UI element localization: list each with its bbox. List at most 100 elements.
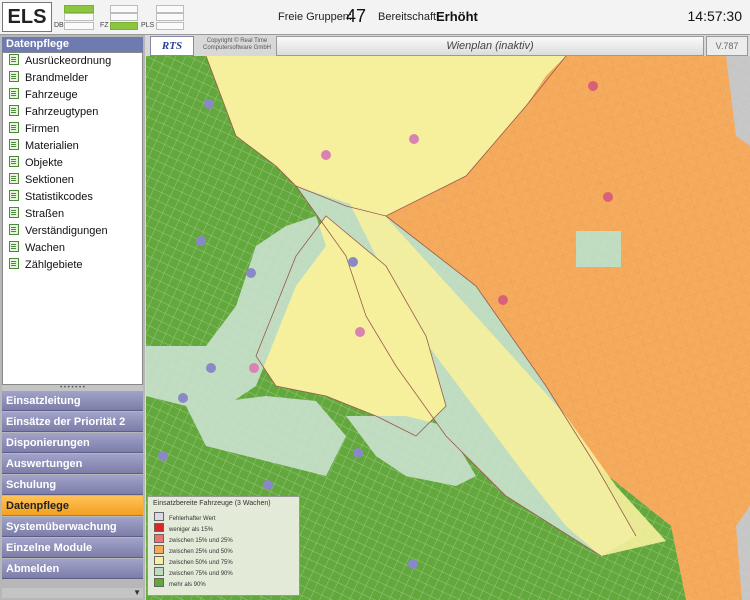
station-marker[interactable] [196,236,206,246]
station-marker[interactable] [603,192,613,202]
document-icon [9,258,19,269]
menu-einsaetze-prioritaet-2[interactable]: Einsätze der Priorität 2 [2,412,143,432]
legend-swatch [154,556,164,565]
station-marker[interactable] [246,268,256,278]
list-item-statistikcodes[interactable]: Statistikcodes [9,189,93,206]
document-icon [9,71,19,82]
legend-item: zwischen 50% und 75% [154,556,233,566]
indicator-db-label: DB [54,22,64,29]
datenpflege-list: Ausrückeordnung Brandmelder Fahrzeuge Fa… [2,52,143,385]
document-icon [9,54,19,65]
legend-label: mehr als 90% [169,582,206,588]
list-item-verstaendigungen[interactable]: Verständigungen [9,223,108,240]
legend-label: zwischen 75% und 90% [169,571,233,577]
station-marker[interactable] [409,134,419,144]
list-item-fahrzeuge[interactable]: Fahrzeuge [9,87,78,104]
list-item-label: Verständigungen [25,225,108,237]
list-item-brandmelder[interactable]: Brandmelder [9,70,88,87]
legend-swatch [154,523,164,532]
menu-einsatzleitung[interactable]: Einsatzleitung [2,391,143,411]
list-item-materialien[interactable]: Materialien [9,138,79,155]
list-item-strassen[interactable]: Straßen [9,206,64,223]
indicator-fz-bar [110,5,138,13]
legend-item: mehr als 90% [154,578,206,588]
legend-swatch [154,545,164,554]
station-marker[interactable] [498,295,508,305]
list-item-zaehlgebiete[interactable]: Zählgebiete [9,257,83,274]
version-label: V.787 [706,36,748,56]
legend-swatch [154,512,164,521]
copyright-notice: Copyright © Real Time Computersoftware G… [199,38,275,52]
menu-systemueberwachung[interactable]: Systemüberwachung [2,517,143,537]
legend-label: Fehlerhafter Wert [169,516,216,522]
list-item-label: Sektionen [25,174,74,186]
indicator-pls-bar [156,5,184,13]
bereitschaft-label: Bereitschaft: [378,11,440,23]
station-marker[interactable] [204,99,214,109]
station-marker[interactable] [353,448,363,458]
document-icon [9,122,19,133]
legend-label: zwischen 15% und 25% [169,538,233,544]
list-item-objekte[interactable]: Objekte [9,155,63,172]
freie-gruppen-label: Freie Gruppen: [278,11,352,23]
station-marker[interactable] [408,559,418,569]
list-item-label: Objekte [25,157,63,169]
copyright-line-2: Computersoftware GmbH [202,45,272,51]
document-icon [9,156,19,167]
list-item-ausrueckeordnung[interactable]: Ausrückeordnung [9,53,111,70]
freie-gruppen-value: 47 [346,6,367,26]
list-item-label: Materialien [25,140,79,152]
indicator-pls-bar-3 [156,22,184,30]
legend-label: zwischen 25% und 50% [169,549,233,555]
menu-schulung[interactable]: Schulung [2,475,143,495]
chevron-down-icon[interactable]: ▼ [133,588,141,598]
document-icon [9,139,19,150]
legend-item: zwischen 15% und 25% [154,534,233,544]
bereitschaft-value: Erhöht [436,9,478,24]
station-marker[interactable] [263,480,273,490]
legend-item: Fehlerhafter Wert [154,512,216,522]
station-marker[interactable] [249,363,259,373]
indicator-fz-bar-2 [110,13,138,21]
indicator-pls-label: PLS [141,22,155,29]
app-logo: ELS [2,2,52,32]
list-item-label: Zählgebiete [25,259,83,271]
station-marker[interactable] [321,150,331,160]
map-legend: Einsatzbereite Fahrzeuge (3 Wachen) Fehl… [147,496,300,596]
station-marker[interactable] [355,327,365,337]
sidebar-scrollbar[interactable]: ▼ [2,588,143,598]
list-item-sektionen[interactable]: Sektionen [9,172,74,189]
list-item-fahrzeugtypen[interactable]: Fahrzeugtypen [9,104,98,121]
menu-disponierungen[interactable]: Disponierungen [2,433,143,453]
legend-item: weniger als 15% [154,523,213,533]
indicator-db-bar-3 [64,22,94,30]
station-marker[interactable] [588,81,598,91]
indicator-pls-bar-2 [156,13,184,21]
legend-title: Einsatzbereite Fahrzeuge (3 Wachen) [153,500,271,507]
legend-swatch [154,534,164,543]
document-icon [9,241,19,252]
list-item-label: Ausrückeordnung [25,55,112,67]
document-icon [9,207,19,218]
list-item-label: Wachen [25,242,65,254]
list-item-wachen[interactable]: Wachen [9,240,65,257]
menu-abmelden[interactable]: Abmelden [2,559,143,579]
document-icon [9,190,19,201]
menu-einzelne-module[interactable]: Einzelne Module [2,538,143,558]
station-marker[interactable] [178,393,188,403]
menu-auswertungen[interactable]: Auswertungen [2,454,143,474]
indicator-db-bar [64,5,94,13]
top-status-bar: ELS DB FZ PLS Freie Gruppen: 47 Bereitsc… [0,0,750,35]
legend-item: zwischen 75% und 90% [154,567,233,577]
legend-label: zwischen 50% und 75% [169,560,233,566]
station-marker[interactable] [206,363,216,373]
list-item-firmen[interactable]: Firmen [9,121,59,138]
list-item-label: Firmen [25,123,60,135]
menu-datenpflege[interactable]: Datenpflege [2,496,143,516]
station-marker[interactable] [348,257,358,267]
sidebar-section-title: Datenpflege [2,37,143,52]
indicator-fz-label: FZ [100,22,109,29]
station-marker[interactable] [158,451,168,461]
document-icon [9,224,19,235]
indicator-fz-bar-3 [110,22,138,30]
